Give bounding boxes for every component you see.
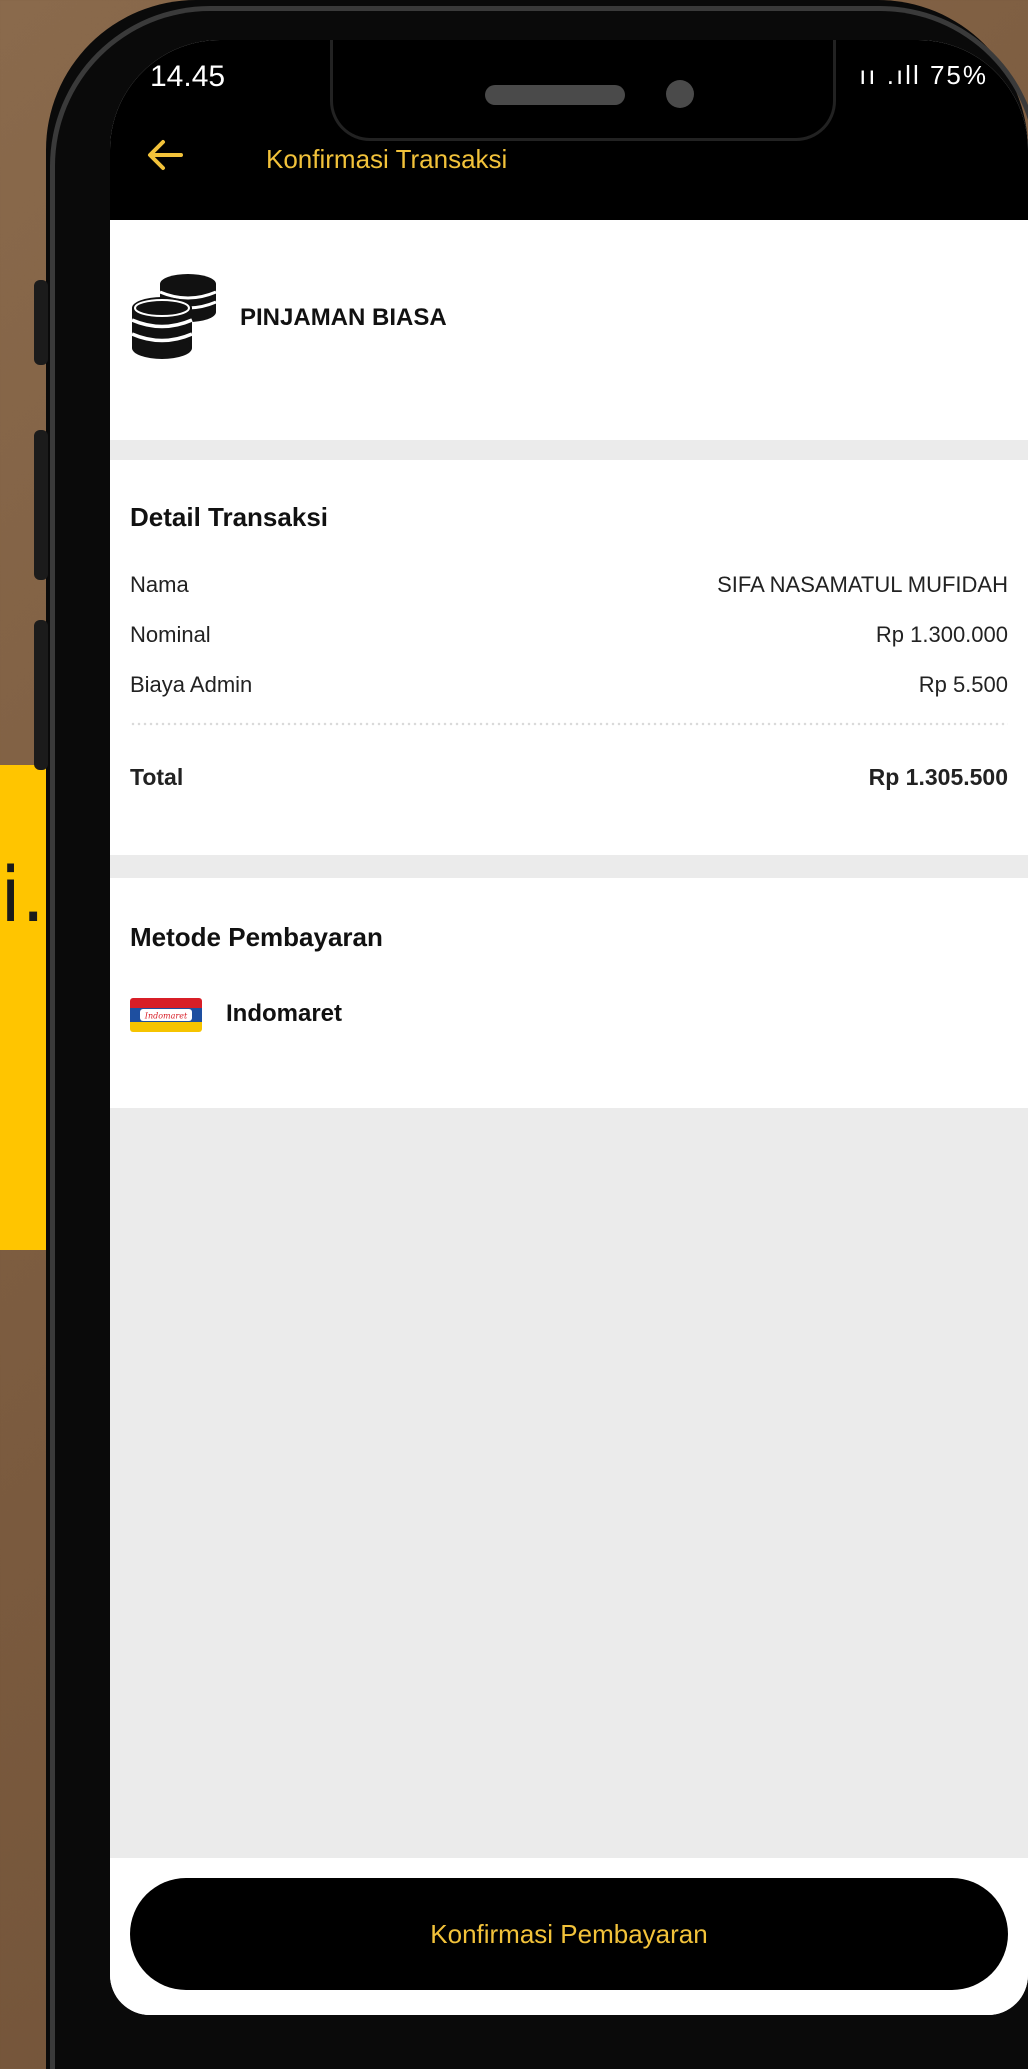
app-screen: 14.45 ıı .ıll 75% Konfirmasi Transaksi P… bbox=[110, 40, 1028, 2015]
detail-title: Detail Transaksi bbox=[130, 502, 328, 532]
product-card: PINJAMAN BIASA bbox=[110, 220, 1028, 440]
camera-icon bbox=[666, 80, 694, 108]
payment-title: Metode Pembayaran bbox=[130, 922, 383, 952]
row-value-admin-fee: Rp 5.500 bbox=[918, 672, 1008, 697]
speaker-icon bbox=[485, 85, 625, 105]
status-indicators: ıı .ıll 75% bbox=[859, 60, 988, 90]
app-header: 14.45 ıı .ıll 75% Konfirmasi Transaksi bbox=[110, 40, 1028, 220]
svg-text:Indomaret: Indomaret bbox=[144, 1012, 188, 1021]
product-name: PINJAMAN BIASA bbox=[240, 304, 447, 331]
bottom-action-bar: Konfirmasi Pembayaran bbox=[110, 1858, 1028, 2015]
confirm-payment-button[interactable]: Konfirmasi Pembayaran bbox=[130, 1878, 1008, 1990]
row-value-name: SIFA NASAMATUL MUFIDAH bbox=[717, 572, 1008, 597]
total-value: Rp 1.305.500 bbox=[868, 764, 1008, 790]
phone-side-button bbox=[34, 280, 48, 365]
page-title: Konfirmasi Transaksi bbox=[266, 144, 508, 174]
yellow-banner bbox=[0, 765, 46, 1250]
arrow-left-icon[interactable] bbox=[145, 135, 185, 175]
total-label: Total bbox=[130, 764, 184, 790]
phone-side-button bbox=[34, 620, 48, 770]
row-value-nominal: Rp 1.300.000 bbox=[875, 622, 1008, 647]
row-label-name: Nama bbox=[130, 572, 189, 597]
phone-side-button bbox=[34, 430, 48, 580]
confirm-payment-label: Konfirmasi Pembayaran bbox=[430, 1918, 708, 1949]
banner-text: i. bbox=[0, 850, 40, 939]
divider bbox=[130, 722, 1008, 726]
indomaret-logo-icon: Indomaret bbox=[130, 998, 202, 1032]
status-time: 14.45 bbox=[150, 60, 226, 93]
payment-method-name: Indomaret bbox=[226, 1000, 343, 1027]
row-label-admin-fee: Biaya Admin bbox=[130, 672, 253, 697]
payment-method-card: Metode Pembayaran Indomaret Indomaret bbox=[110, 878, 1028, 1108]
coins-icon bbox=[130, 270, 220, 362]
row-label-nominal: Nominal bbox=[130, 622, 211, 647]
transaction-detail-card: Detail Transaksi Nama SIFA NASAMATUL MUF… bbox=[110, 460, 1028, 855]
